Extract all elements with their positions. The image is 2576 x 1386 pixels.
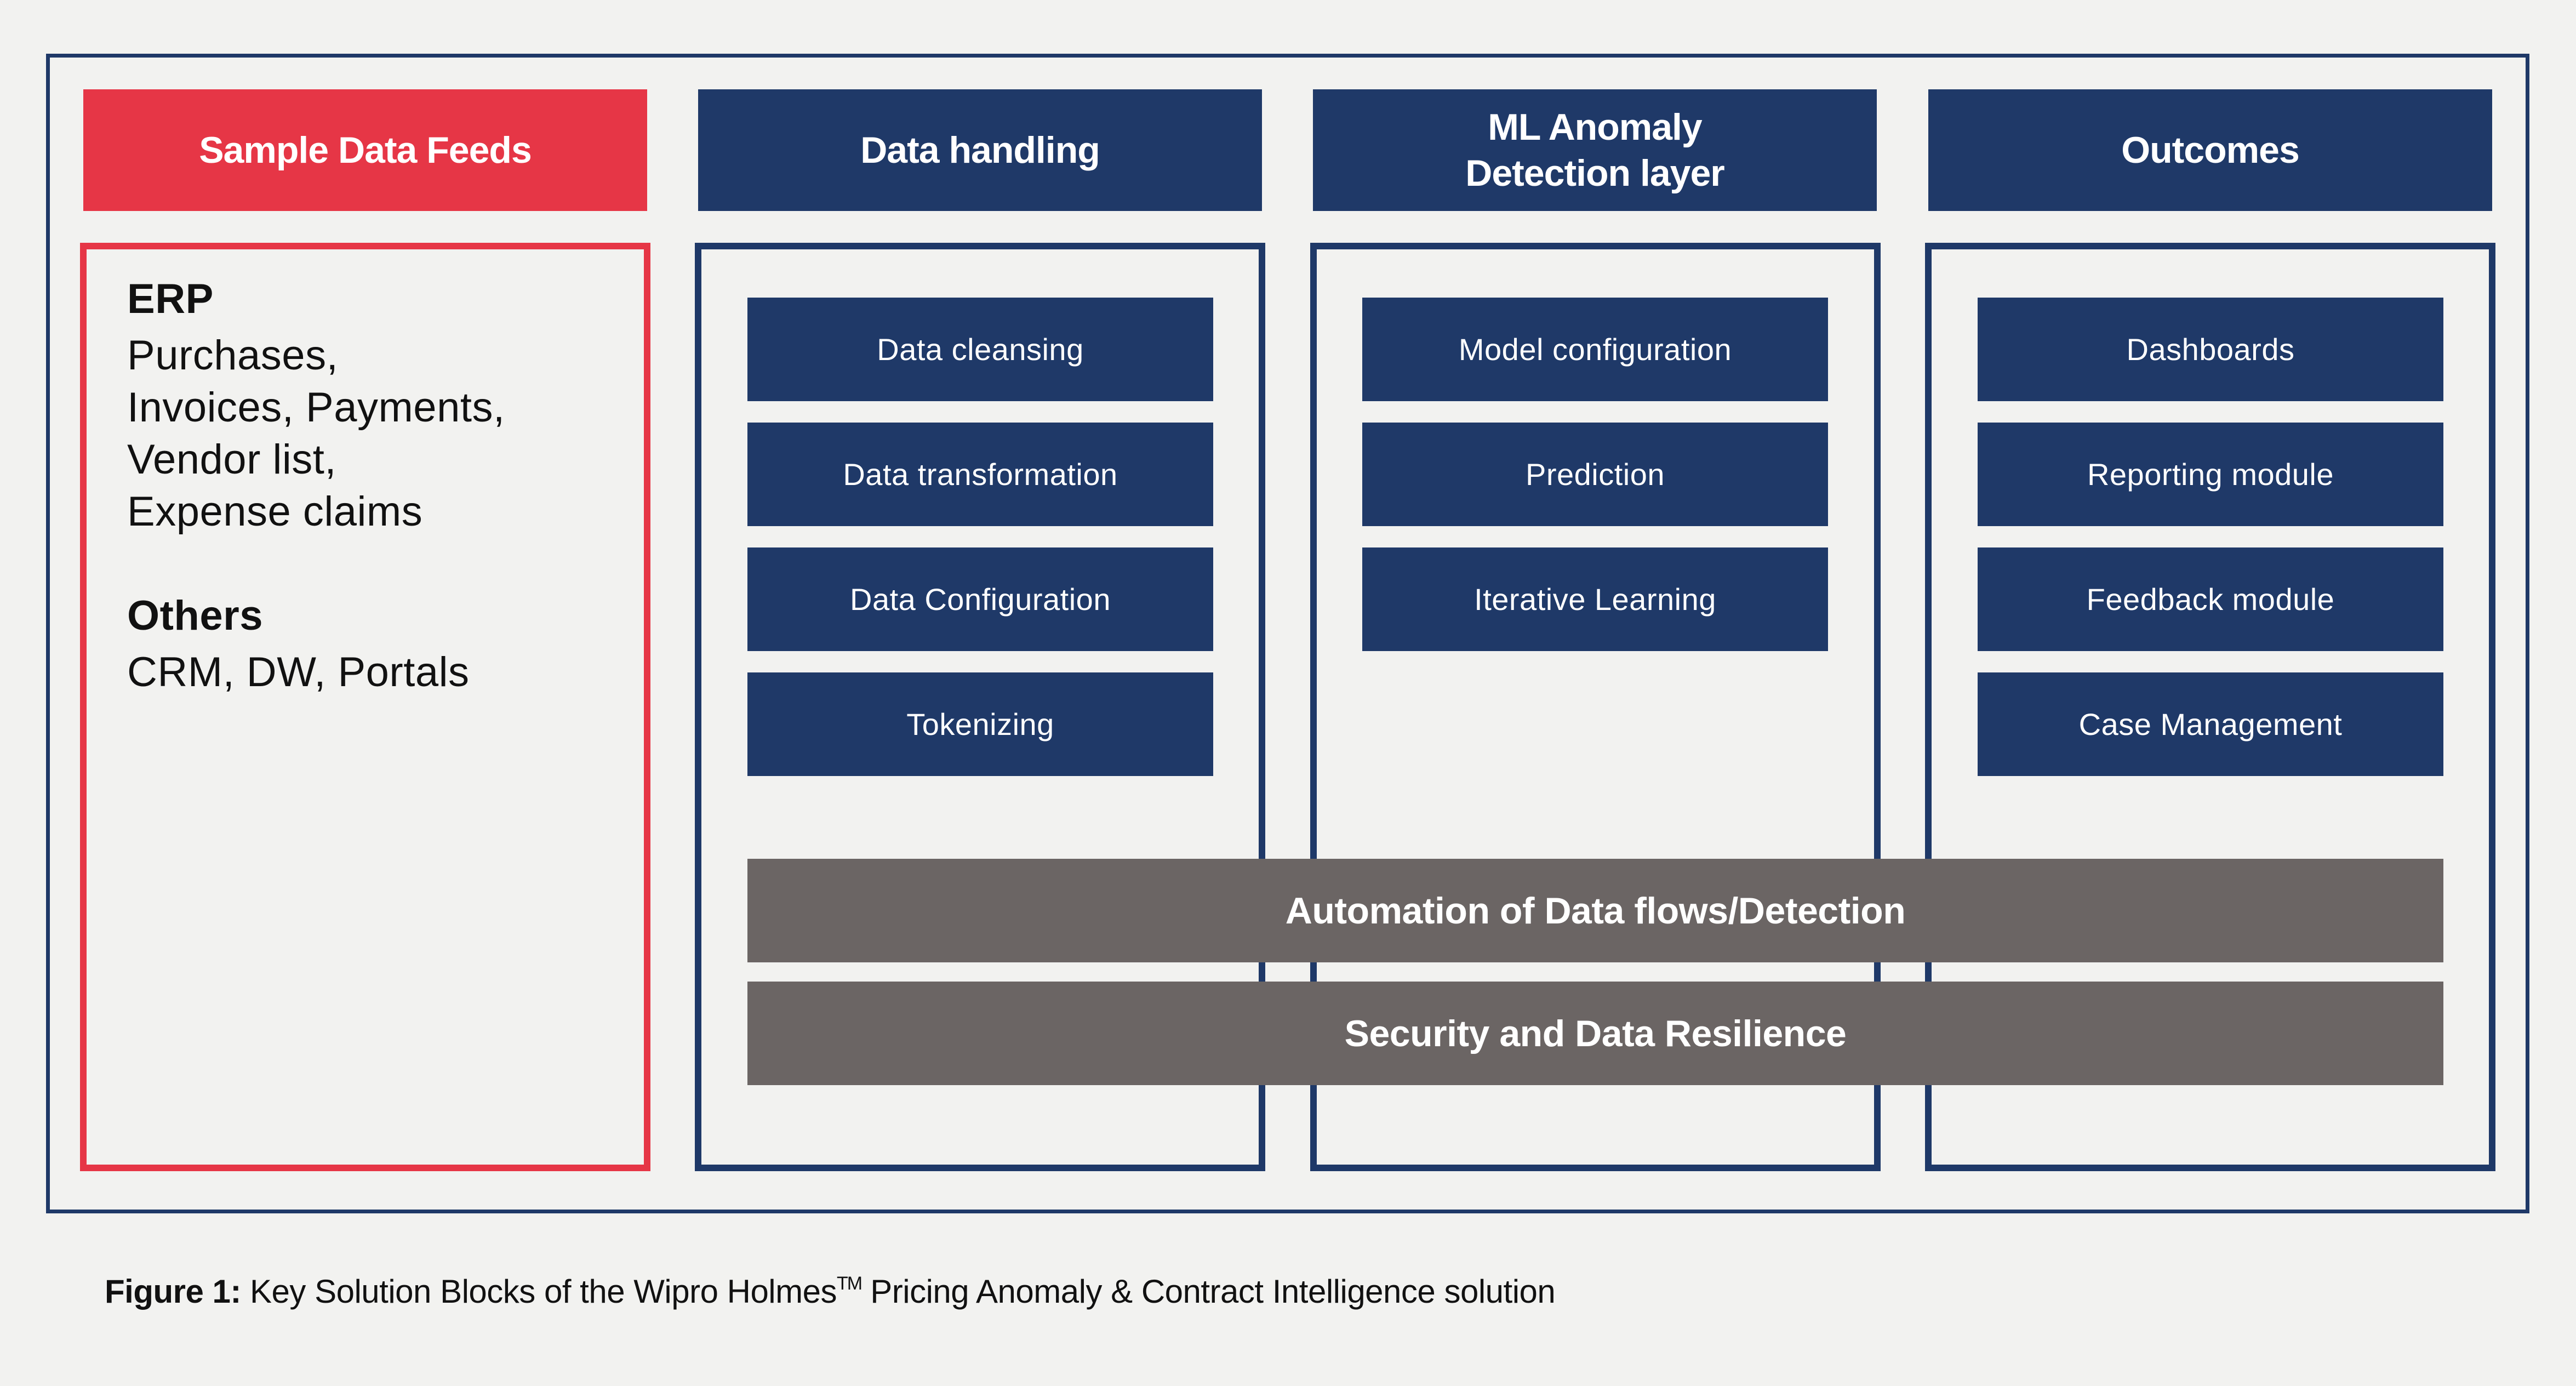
caption-text: Pricing Anomaly & Contract Intelligence … xyxy=(861,1273,1556,1310)
bar-security: Security and Data Resilience xyxy=(747,982,2443,1085)
item-label: Model configuration xyxy=(1458,332,1732,367)
bar-label: Security and Data Resilience xyxy=(1344,1012,1847,1054)
feed-group-heading: ERP xyxy=(127,276,214,322)
feed-line: CRM, DW, Portals xyxy=(127,649,470,695)
header-label: Outcomes xyxy=(2121,129,2300,171)
header-data-handling: Data handling xyxy=(698,89,1262,211)
item-prediction: Prediction xyxy=(1362,423,1828,526)
bar-automation: Automation of Data flows/Detection xyxy=(747,859,2443,962)
item-dashboards: Dashboards xyxy=(1978,298,2443,401)
item-iterative-learning: Iterative Learning xyxy=(1362,547,1828,651)
item-data-transformation: Data transformation xyxy=(747,423,1213,526)
item-data-cleansing: Data cleansing xyxy=(747,298,1213,401)
item-tokenizing: Tokenizing xyxy=(747,672,1213,776)
bar-label: Automation of Data flows/Detection xyxy=(1285,889,1906,932)
item-label: Case Management xyxy=(2078,707,2343,742)
feed-line: Invoices, Payments, xyxy=(127,384,505,431)
item-model-configuration: Model configuration xyxy=(1362,298,1828,401)
feed-group-heading: Others xyxy=(127,592,263,639)
header-label: ML Anomaly Detection layer xyxy=(1465,104,1725,196)
item-reporting-module: Reporting module xyxy=(1978,423,2443,526)
item-label: Feedback module xyxy=(2086,582,2335,617)
feed-group-erp: ERP Purchases, Invoices, Payments, Vendo… xyxy=(127,273,505,538)
item-data-configuration: Data Configuration xyxy=(747,547,1213,651)
item-label: Data transformation xyxy=(843,457,1118,492)
item-label: Prediction xyxy=(1525,457,1665,492)
feed-line: Expense claims xyxy=(127,488,423,535)
header-line-2: Detection layer xyxy=(1465,152,1725,194)
trademark-mark: TM xyxy=(837,1273,863,1294)
item-feedback-module: Feedback module xyxy=(1978,547,2443,651)
header-line-1: ML Anomaly xyxy=(1488,106,1702,148)
header-sample-data-feeds: Sample Data Feeds xyxy=(83,89,647,211)
header-outcomes: Outcomes xyxy=(1928,89,2492,211)
item-case-management: Case Management xyxy=(1978,672,2443,776)
caption-text: Key Solution Blocks of the Wipro Holmes xyxy=(241,1273,837,1310)
item-label: Dashboards xyxy=(2126,332,2295,367)
caption-label: Figure 1: xyxy=(105,1273,241,1310)
feed-group-others: Others CRM, DW, Portals xyxy=(127,590,470,698)
header-label: Data handling xyxy=(860,129,1100,171)
header-label: Sample Data Feeds xyxy=(199,129,532,171)
feed-line: Vendor list, xyxy=(127,436,336,483)
item-label: Iterative Learning xyxy=(1474,582,1716,617)
header-ml-anomaly-detection: ML Anomaly Detection layer xyxy=(1313,89,1877,211)
item-label: Data Configuration xyxy=(850,582,1111,617)
item-label: Tokenizing xyxy=(906,707,1054,742)
item-label: Data cleansing xyxy=(877,332,1084,367)
item-label: Reporting module xyxy=(2087,457,2334,492)
feed-line: Purchases, xyxy=(127,332,339,379)
figure-caption: Figure 1: Key Solution Blocks of the Wip… xyxy=(105,1273,1556,1310)
